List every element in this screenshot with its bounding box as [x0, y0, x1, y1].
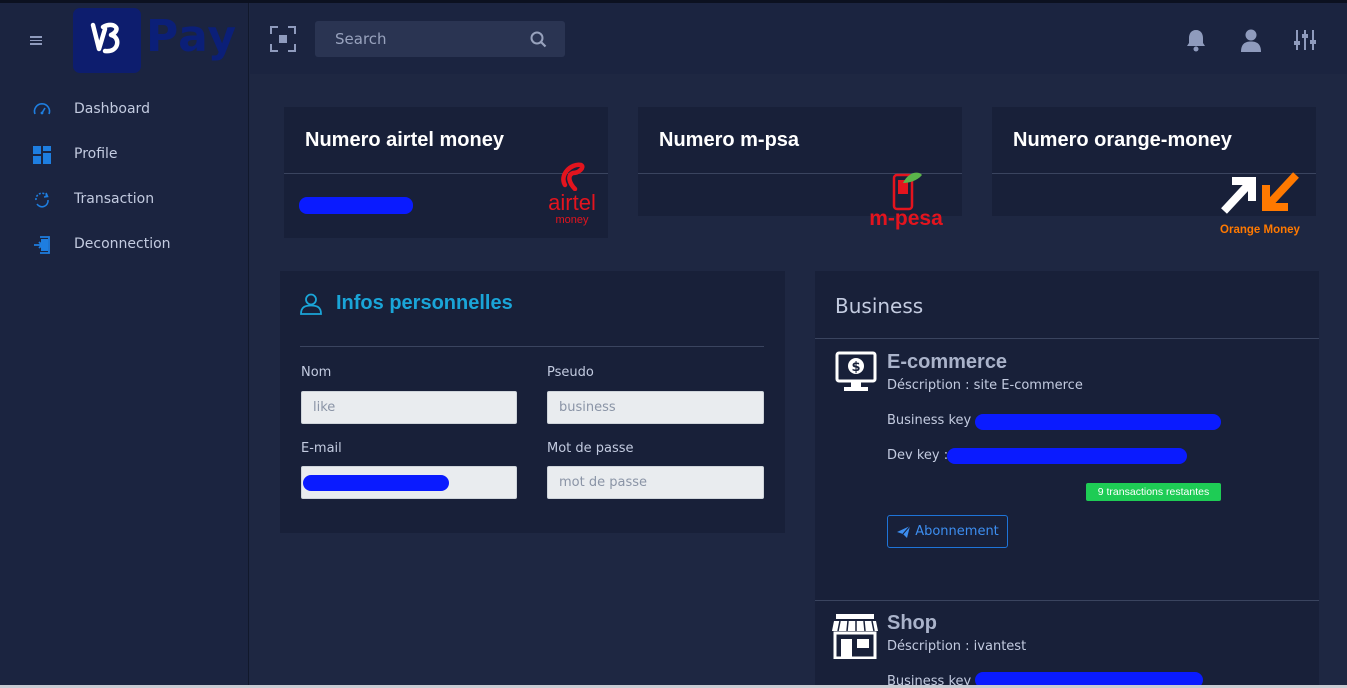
- sidebar-item-label: Transaction: [74, 191, 155, 207]
- panel-header: Infos personnelles: [300, 292, 513, 315]
- divider: [815, 338, 1319, 339]
- divider: [300, 346, 764, 347]
- orange-money-logo: Orange Money: [1214, 171, 1306, 237]
- password-field[interactable]: [547, 466, 764, 499]
- orange-money-arrows-icon: [1221, 172, 1299, 214]
- mpesa-logo-text: m-pesa: [869, 207, 943, 230]
- pseudo-label: Pseudo: [547, 365, 594, 380]
- business-description: Déscription : ivantest: [887, 639, 1027, 654]
- mpesa-logo: m-pesa: [864, 169, 948, 229]
- email-field-wrap: [301, 466, 517, 499]
- card-title: Numero m-psa: [638, 107, 962, 174]
- search-input[interactable]: [315, 21, 565, 57]
- mpesa-card: Numero m-psa m-pesa: [638, 107, 962, 229]
- menu-toggle-icon[interactable]: [30, 36, 42, 45]
- brand-name: Pay: [146, 11, 238, 62]
- redacted-number: [299, 197, 413, 214]
- fullscreen-focus-icon[interactable]: [270, 26, 296, 52]
- orange-money-card: Numero orange-money Orange Money: [992, 107, 1316, 236]
- settings-sliders-icon[interactable]: [1293, 28, 1317, 52]
- topbar: [250, 3, 1347, 74]
- redacted-email: [303, 475, 449, 491]
- airtel-logo-subtext: money: [555, 214, 589, 226]
- transaction-refresh-icon: [35, 192, 49, 208]
- logo-glyph-icon: [90, 22, 120, 54]
- user-outline-icon: [300, 293, 322, 315]
- redacted-dev-key: [947, 448, 1187, 464]
- card-title: Numero orange-money: [992, 107, 1316, 174]
- panel-title: Business: [835, 294, 924, 318]
- business-description: Déscription : site E-commerce: [887, 378, 1083, 393]
- dev-key-label: Dev key :: [887, 448, 949, 463]
- sidebar-item-dashboard[interactable]: Dashboard: [0, 90, 249, 130]
- orange-money-logo-text: Orange Money: [1220, 224, 1300, 236]
- sidebar-item-label: Dashboard: [74, 101, 150, 117]
- logo-mark: [73, 8, 141, 73]
- business-name: E-commerce: [887, 351, 1008, 373]
- ecommerce-monitor-icon: $: [835, 351, 877, 391]
- redacted-business-key: [975, 414, 1221, 430]
- email-label: E-mail: [301, 441, 342, 456]
- shop-storefront-icon: [832, 614, 878, 659]
- nom-field[interactable]: [301, 391, 517, 424]
- personal-info-panel: Infos personnelles Nom Pseudo E-mail Mot…: [280, 271, 785, 533]
- subscribe-button[interactable]: Abonnement: [887, 515, 1008, 548]
- logout-icon: [34, 236, 50, 254]
- panel-title: Infos personnelles: [336, 292, 513, 314]
- sidebar-item-label: Deconnection: [74, 236, 171, 252]
- pseudo-field[interactable]: [547, 391, 764, 424]
- profile-grid-icon: [33, 146, 51, 164]
- airtel-logo: airtel money: [542, 161, 602, 227]
- sidebar-item-transaction[interactable]: Transaction: [0, 180, 249, 220]
- transactions-remaining-badge: 9 transactions restantes: [1086, 483, 1221, 501]
- notification-bell-icon[interactable]: [1185, 28, 1207, 52]
- airtel-swirl-icon: [561, 162, 585, 192]
- paper-plane-icon: [897, 525, 911, 538]
- nom-label: Nom: [301, 365, 332, 380]
- dashboard-gauge-icon: [33, 103, 51, 115]
- sidebar-item-label: Profile: [74, 146, 118, 162]
- password-label: Mot de passe: [547, 441, 634, 456]
- subscribe-button-label: Abonnement: [915, 524, 999, 539]
- business-key-label: Business key :: [887, 413, 980, 428]
- user-profile-icon[interactable]: [1240, 28, 1262, 52]
- sidebar: Pay Dashboard Profile Transaction Deconn…: [0, 3, 249, 688]
- search-box: [315, 21, 565, 57]
- business-panel: Business $ E-commerce Déscription : site…: [815, 271, 1319, 688]
- mpesa-phone-icon: [892, 172, 922, 211]
- svg-text:$: $: [851, 360, 860, 375]
- airtel-logo-text: airtel: [548, 190, 596, 215]
- sidebar-item-deconnection[interactable]: Deconnection: [0, 225, 249, 265]
- sidebar-item-profile[interactable]: Profile: [0, 135, 249, 175]
- divider: [815, 600, 1319, 601]
- airtel-money-card: Numero airtel money airtel money: [284, 107, 608, 238]
- search-icon[interactable]: [530, 31, 547, 48]
- business-name: Shop: [887, 612, 937, 634]
